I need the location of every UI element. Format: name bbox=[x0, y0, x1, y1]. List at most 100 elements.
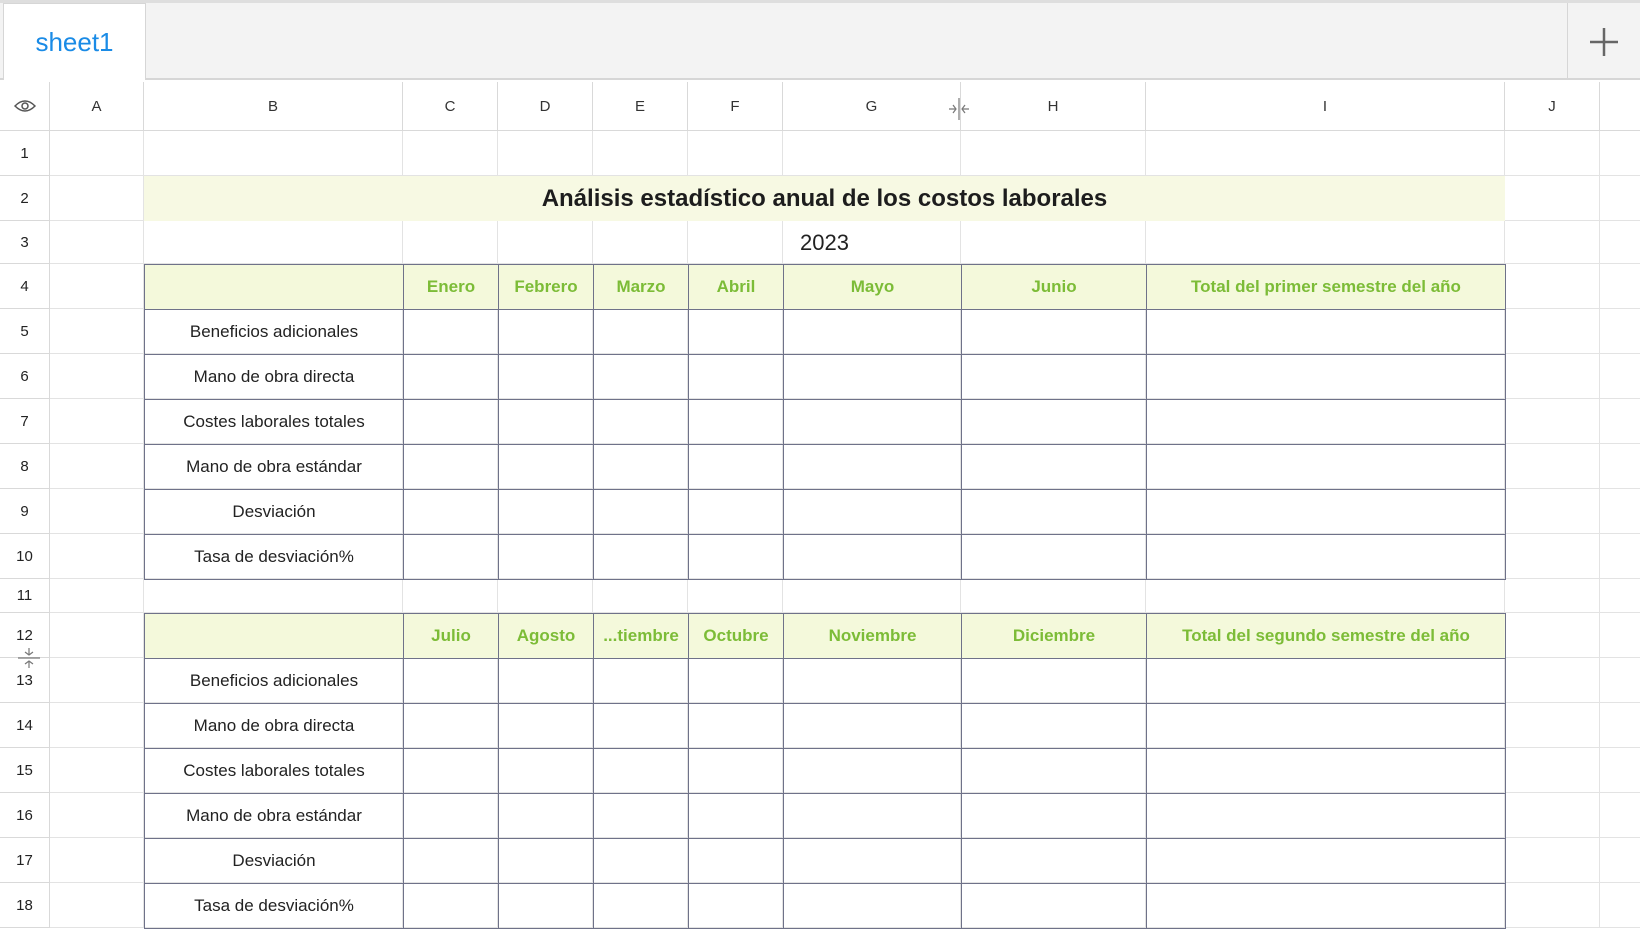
grid-cell[interactable] bbox=[593, 131, 688, 176]
table2-data-cell[interactable] bbox=[498, 793, 594, 839]
grid-cell[interactable] bbox=[961, 131, 1146, 176]
table1-data-cell[interactable] bbox=[688, 489, 784, 535]
grid-cell[interactable] bbox=[50, 264, 144, 309]
table2-row-label[interactable]: Mano de obra directa bbox=[144, 703, 404, 749]
grid-cell[interactable] bbox=[1505, 309, 1600, 354]
row-header-3[interactable]: 3 bbox=[0, 221, 50, 264]
table2-data-cell[interactable] bbox=[498, 748, 594, 794]
grid-cell[interactable] bbox=[50, 309, 144, 354]
table1-row-label[interactable]: Desviación bbox=[144, 489, 404, 535]
grid-cell[interactable] bbox=[50, 838, 144, 883]
table2-data-cell[interactable] bbox=[593, 838, 689, 884]
table2-data-cell[interactable] bbox=[403, 703, 499, 749]
grid-cell[interactable] bbox=[50, 613, 144, 658]
grid-cell[interactable] bbox=[961, 579, 1146, 613]
table2-data-cell[interactable] bbox=[961, 658, 1147, 704]
table1-data-cell[interactable] bbox=[593, 309, 689, 355]
table1-data-cell[interactable] bbox=[403, 534, 499, 580]
table2-data-cell[interactable] bbox=[961, 883, 1147, 929]
grid-cell[interactable] bbox=[50, 399, 144, 444]
table2-data-cell[interactable] bbox=[593, 703, 689, 749]
table1-header-5[interactable]: Mayo bbox=[783, 264, 962, 310]
grid-cell[interactable] bbox=[1600, 221, 1640, 264]
table1-row-label[interactable]: Mano de obra estándar bbox=[144, 444, 404, 490]
grid-cell[interactable] bbox=[593, 579, 688, 613]
grid-cell[interactable] bbox=[50, 444, 144, 489]
table2-data-cell[interactable] bbox=[593, 883, 689, 929]
table1-header-1[interactable]: Enero bbox=[403, 264, 499, 310]
table1-data-cell[interactable] bbox=[961, 309, 1147, 355]
sheet-year[interactable]: 2023 bbox=[144, 221, 1505, 264]
row-header-10[interactable]: 10 bbox=[0, 534, 50, 579]
table1-data-cell[interactable] bbox=[498, 399, 594, 445]
table2-data-cell[interactable] bbox=[783, 883, 962, 929]
table2-data-cell[interactable] bbox=[403, 883, 499, 929]
grid-cell[interactable] bbox=[1600, 309, 1640, 354]
table1-data-cell[interactable] bbox=[1146, 489, 1506, 535]
table1-header-4[interactable]: Abril bbox=[688, 264, 784, 310]
table1-data-cell[interactable] bbox=[403, 354, 499, 400]
table1-header-2[interactable]: Febrero bbox=[498, 264, 594, 310]
grid-cell[interactable] bbox=[1600, 444, 1640, 489]
table1-data-cell[interactable] bbox=[403, 444, 499, 490]
select-all-corner[interactable] bbox=[0, 82, 50, 131]
table2-header-0[interactable] bbox=[144, 613, 404, 659]
row-header-8[interactable]: 8 bbox=[0, 444, 50, 489]
table2-data-cell[interactable] bbox=[498, 838, 594, 884]
row-header-2[interactable]: 2 bbox=[0, 176, 50, 221]
table1-data-cell[interactable] bbox=[783, 489, 962, 535]
column-header-h[interactable]: H bbox=[961, 82, 1146, 131]
table1-data-cell[interactable] bbox=[783, 354, 962, 400]
table2-row-label[interactable]: Beneficios adicionales bbox=[144, 658, 404, 704]
row-header-7[interactable]: 7 bbox=[0, 399, 50, 444]
table1-data-cell[interactable] bbox=[783, 309, 962, 355]
grid-cell[interactable] bbox=[50, 221, 144, 264]
table1-data-cell[interactable] bbox=[498, 309, 594, 355]
column-header-i[interactable]: I bbox=[1146, 82, 1505, 131]
row-header-4[interactable]: 4 bbox=[0, 264, 50, 309]
table1-data-cell[interactable] bbox=[688, 444, 784, 490]
grid-cell[interactable] bbox=[50, 748, 144, 793]
grid-cell[interactable] bbox=[1600, 579, 1640, 613]
table1-data-cell[interactable] bbox=[961, 444, 1147, 490]
table1-row-label[interactable]: Tasa de desviación% bbox=[144, 534, 404, 580]
table1-data-cell[interactable] bbox=[593, 489, 689, 535]
grid-cell[interactable] bbox=[498, 579, 593, 613]
column-header-e[interactable]: E bbox=[593, 82, 688, 131]
table2-data-cell[interactable] bbox=[1146, 748, 1506, 794]
column-resize-handle-icon[interactable] bbox=[946, 96, 972, 122]
row-header-11[interactable]: 11 bbox=[0, 579, 50, 613]
grid-cell[interactable] bbox=[1600, 748, 1640, 793]
table2-data-cell[interactable] bbox=[783, 703, 962, 749]
row-header-1[interactable]: 1 bbox=[0, 131, 50, 176]
table2-header-2[interactable]: Agosto bbox=[498, 613, 594, 659]
grid-cell[interactable] bbox=[783, 131, 961, 176]
table2-data-cell[interactable] bbox=[783, 658, 962, 704]
table2-data-cell[interactable] bbox=[593, 658, 689, 704]
table1-data-cell[interactable] bbox=[403, 399, 499, 445]
column-header-c[interactable]: C bbox=[403, 82, 498, 131]
table2-row-label[interactable]: Mano de obra estándar bbox=[144, 793, 404, 839]
table1-data-cell[interactable] bbox=[961, 534, 1147, 580]
grid-cell[interactable] bbox=[1505, 748, 1600, 793]
row-header-18[interactable]: 18 bbox=[0, 883, 50, 928]
column-header-a[interactable]: A bbox=[50, 82, 144, 131]
table2-data-cell[interactable] bbox=[783, 838, 962, 884]
table2-data-cell[interactable] bbox=[498, 703, 594, 749]
table1-header-0[interactable] bbox=[144, 264, 404, 310]
table2-data-cell[interactable] bbox=[403, 838, 499, 884]
table2-data-cell[interactable] bbox=[593, 793, 689, 839]
column-header-g[interactable]: G bbox=[783, 82, 961, 131]
table2-data-cell[interactable] bbox=[403, 793, 499, 839]
table2-header-5[interactable]: Noviembre bbox=[783, 613, 962, 659]
table2-data-cell[interactable] bbox=[403, 658, 499, 704]
column-header-j[interactable]: J bbox=[1505, 82, 1600, 131]
table1-data-cell[interactable] bbox=[593, 444, 689, 490]
table1-data-cell[interactable] bbox=[1146, 534, 1506, 580]
table1-data-cell[interactable] bbox=[403, 489, 499, 535]
grid-cell[interactable] bbox=[1505, 399, 1600, 444]
grid-cell[interactable] bbox=[1505, 579, 1600, 613]
table1-header-3[interactable]: Marzo bbox=[593, 264, 689, 310]
table1-data-cell[interactable] bbox=[593, 399, 689, 445]
table1-data-cell[interactable] bbox=[783, 534, 962, 580]
